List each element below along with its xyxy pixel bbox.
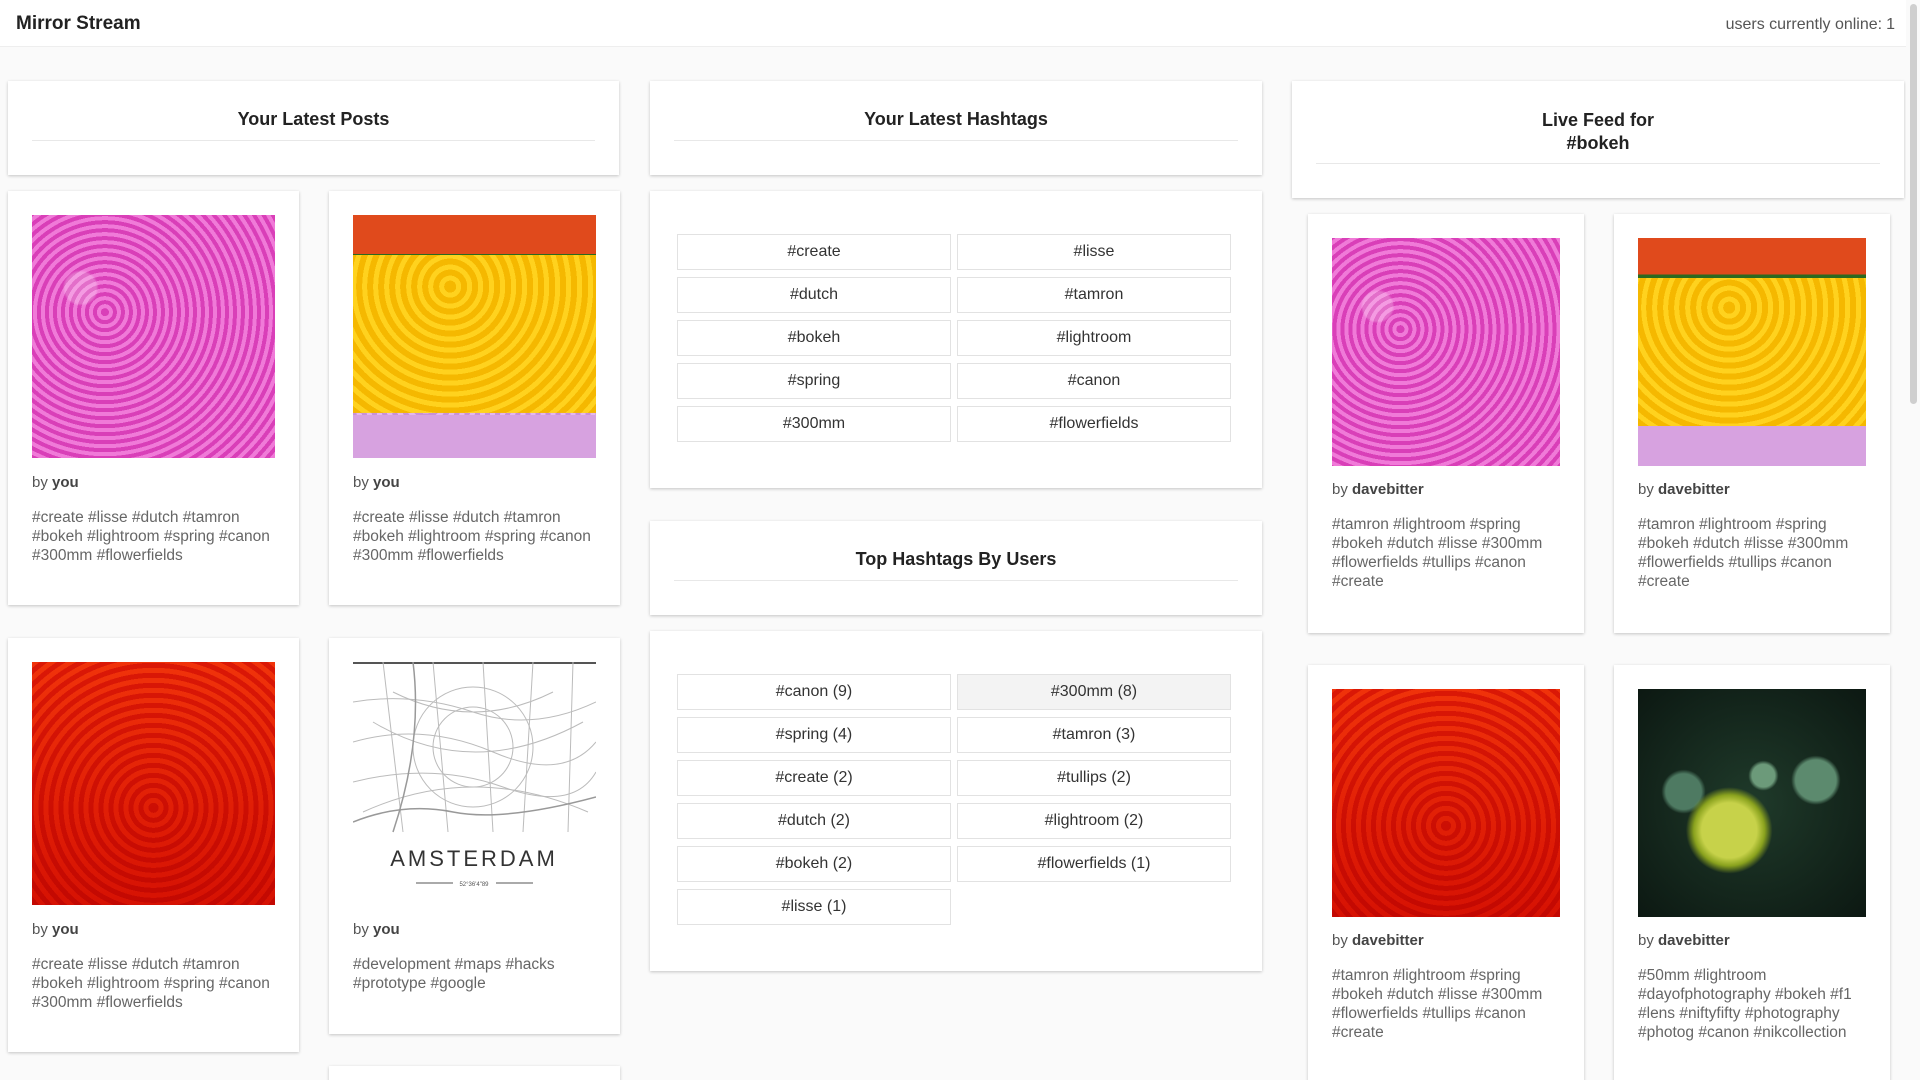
- feed-tags: #tamron #lightroom #spring #bokeh #dutch…: [1332, 967, 1543, 1041]
- divider: [674, 580, 1238, 581]
- by-label: by: [353, 474, 369, 491]
- feed-byline: by davebitter: [1332, 481, 1424, 498]
- divider: [1316, 163, 1880, 164]
- by-label: by: [1638, 932, 1654, 949]
- latest-hashtags-grid: #create #lisse #dutch #tamron #bokeh #li…: [677, 234, 1231, 442]
- post-card[interactable]: by you #create #lisse #dutch #tamron #bo…: [329, 191, 620, 605]
- hashtag-chip[interactable]: #create: [677, 234, 951, 270]
- hashtag-chip[interactable]: #lisse: [957, 234, 1231, 270]
- page-scrollbar[interactable]: [1906, 0, 1920, 1080]
- post-image[interactable]: [32, 215, 275, 458]
- hashtag-chip[interactable]: #canon: [957, 363, 1231, 399]
- by-label: by: [1332, 481, 1348, 498]
- feed-author[interactable]: davebitter: [1352, 481, 1424, 498]
- top-hashtag-chip[interactable]: #tamron (3): [957, 717, 1231, 753]
- feed-image[interactable]: [1332, 238, 1560, 466]
- feed-tags: #50mm #lightroom #dayofphotography #boke…: [1638, 967, 1852, 1041]
- hashtag-chip[interactable]: #300mm: [677, 406, 951, 442]
- top-hashtag-chip[interactable]: #create (2): [677, 760, 951, 796]
- latest-hashtags-title: Your Latest Hashtags: [864, 109, 1048, 129]
- latest-hashtags-header: Your Latest Hashtags: [650, 81, 1262, 175]
- by-label: by: [1332, 932, 1348, 949]
- post-byline: by you: [32, 474, 79, 491]
- post-card[interactable]: [329, 1066, 620, 1080]
- by-label: by: [1638, 481, 1654, 498]
- post-byline: by you: [353, 921, 400, 938]
- top-hashtag-chip[interactable]: #canon (9): [677, 674, 951, 710]
- post-image[interactable]: AMSTERDAM 52°36'4"89: [353, 662, 596, 905]
- top-hashtag-chip-hovered[interactable]: #300mm (8): [957, 674, 1231, 710]
- post-byline: by you: [32, 921, 79, 938]
- post-card[interactable]: by you #create #lisse #dutch #tamron #bo…: [8, 638, 299, 1052]
- online-users-status: users currently online: 1: [1726, 16, 1895, 34]
- hashtag-chip[interactable]: #tamron: [957, 277, 1231, 313]
- post-card[interactable]: by you #create #lisse #dutch #tamron #bo…: [8, 191, 299, 605]
- feed-image[interactable]: [1638, 689, 1866, 917]
- divider: [674, 140, 1238, 141]
- online-users-label: users currently online:: [1725, 16, 1883, 33]
- post-tags: #create #lisse #dutch #tamron #bokeh #li…: [32, 509, 270, 564]
- hashtag-chip[interactable]: #dutch: [677, 277, 951, 313]
- top-hashtag-chip[interactable]: #spring (4): [677, 717, 951, 753]
- top-hashtags-grid: #canon (9) #300mm (8) #spring (4) #tamro…: [677, 674, 1231, 925]
- top-hashtag-chip[interactable]: #bokeh (2): [677, 846, 951, 882]
- post-image[interactable]: [32, 662, 275, 905]
- by-label: by: [353, 921, 369, 938]
- top-hashtags-header: Top Hashtags By Users: [650, 521, 1262, 615]
- post-author: you: [52, 474, 79, 491]
- feed-image[interactable]: [1332, 689, 1560, 917]
- map-title: AMSTERDAM: [390, 846, 558, 871]
- amsterdam-map-illustration: AMSTERDAM 52°36'4"89: [353, 662, 596, 905]
- post-tags: #create #lisse #dutch #tamron #bokeh #li…: [353, 509, 591, 564]
- post-tags: #create #lisse #dutch #tamron #bokeh #li…: [32, 956, 270, 1011]
- feed-card[interactable]: by davebitter #tamron #lightroom #spring…: [1614, 214, 1890, 633]
- scrollbar-thumb[interactable]: [1910, 4, 1917, 404]
- feed-card[interactable]: by davebitter #50mm #lightroom #dayofpho…: [1614, 665, 1890, 1080]
- divider: [32, 140, 595, 141]
- hashtag-chip[interactable]: #spring: [677, 363, 951, 399]
- hashtag-chip[interactable]: #flowerfields: [957, 406, 1231, 442]
- feed-byline: by davebitter: [1638, 481, 1730, 498]
- feed-card[interactable]: by davebitter #tamron #lightroom #spring…: [1308, 665, 1584, 1080]
- post-tags: #development #maps #hacks #prototype #go…: [353, 956, 555, 992]
- map-coordinates: 52°36'4"89: [459, 882, 489, 888]
- live-feed-header: Live Feed for #bokeh: [1292, 81, 1904, 198]
- post-author: you: [52, 921, 79, 938]
- top-hashtag-chip[interactable]: #dutch (2): [677, 803, 951, 839]
- top-hashtag-chip[interactable]: #tullips (2): [957, 760, 1231, 796]
- by-label: by: [32, 921, 48, 938]
- feed-image[interactable]: [1638, 238, 1866, 466]
- top-bar: Mirror Stream users currently online: 1: [0, 0, 1920, 47]
- top-hashtags-title: Top Hashtags By Users: [855, 549, 1057, 569]
- live-feed-title-label: Live Feed for: [1541, 110, 1655, 130]
- top-hashtag-chip[interactable]: #lisse (1): [677, 889, 951, 925]
- post-image[interactable]: [353, 215, 596, 458]
- feed-author[interactable]: davebitter: [1658, 932, 1730, 949]
- online-users-count: 1: [1886, 16, 1895, 33]
- by-label: by: [32, 474, 48, 491]
- feed-byline: by davebitter: [1638, 932, 1730, 949]
- top-hashtag-chip[interactable]: #lightroom (2): [957, 803, 1231, 839]
- latest-hashtags-panel: #create #lisse #dutch #tamron #bokeh #li…: [650, 191, 1262, 488]
- feed-byline: by davebitter: [1332, 932, 1424, 949]
- post-byline: by you: [353, 474, 400, 491]
- live-feed-hashtag: #bokeh: [1566, 133, 1630, 153]
- latest-posts-header: Your Latest Posts: [8, 81, 619, 175]
- post-author: you: [373, 474, 400, 491]
- feed-author[interactable]: davebitter: [1352, 932, 1424, 949]
- feed-tags: #tamron #lightroom #spring #bokeh #dutch…: [1638, 516, 1849, 590]
- hashtag-chip[interactable]: #bokeh: [677, 320, 951, 356]
- feed-card[interactable]: by davebitter #tamron #lightroom #spring…: [1308, 214, 1584, 633]
- post-author: you: [373, 921, 400, 938]
- app-title[interactable]: Mirror Stream: [16, 13, 141, 35]
- latest-posts-title: Your Latest Posts: [237, 109, 390, 129]
- live-feed-title: Live Feed for #bokeh: [1316, 109, 1880, 155]
- post-card[interactable]: AMSTERDAM 52°36'4"89 by you #development…: [329, 638, 620, 1034]
- hashtag-chip[interactable]: #lightroom: [957, 320, 1231, 356]
- feed-tags: #tamron #lightroom #spring #bokeh #dutch…: [1332, 516, 1543, 590]
- feed-author[interactable]: davebitter: [1658, 481, 1730, 498]
- top-hashtags-panel: #canon (9) #300mm (8) #spring (4) #tamro…: [650, 631, 1262, 971]
- top-hashtag-chip[interactable]: #flowerfields (1): [957, 846, 1231, 882]
